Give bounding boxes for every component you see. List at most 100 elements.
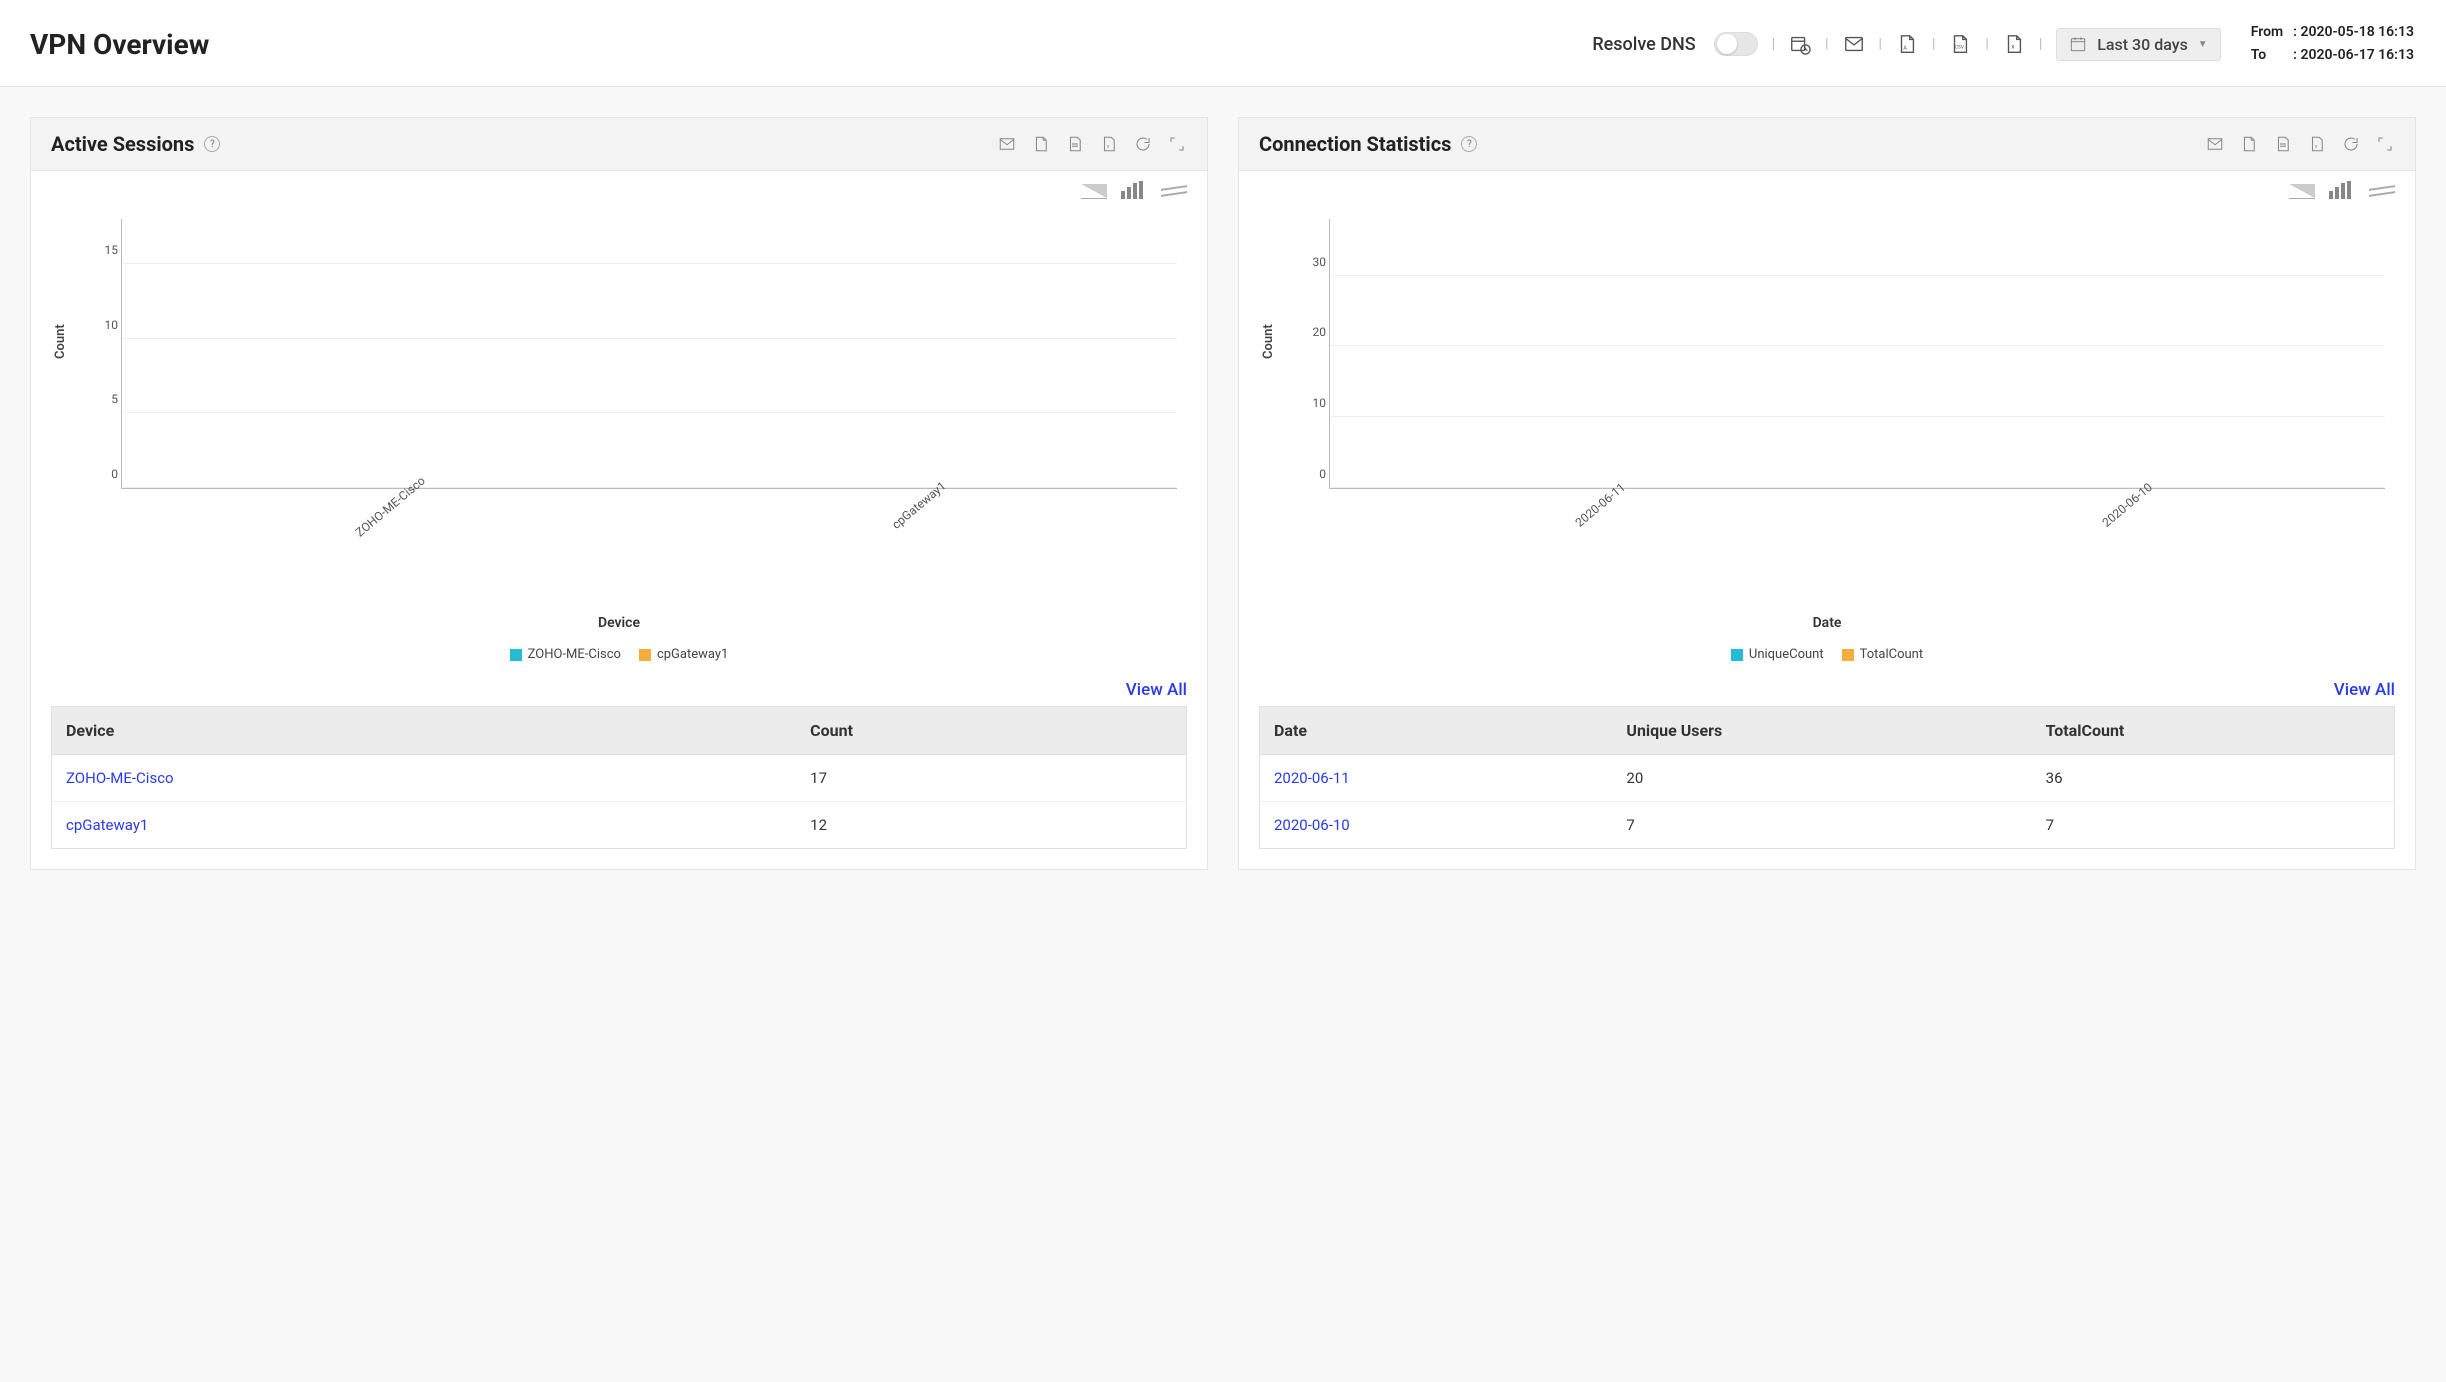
table-cell: 12 bbox=[796, 802, 1186, 849]
chart-type-area[interactable] bbox=[1081, 181, 1107, 199]
help-icon[interactable]: ? bbox=[204, 136, 220, 152]
table-cell: 20 bbox=[1612, 755, 2031, 802]
xls-icon[interactable]: x bbox=[2003, 33, 2025, 55]
date-range-label: Last 30 days bbox=[2097, 35, 2188, 54]
legend-item[interactable]: TotalCount bbox=[1842, 647, 1924, 662]
legend-label: ZOHO-ME-Cisco bbox=[528, 647, 621, 662]
legend-swatch bbox=[510, 649, 522, 661]
chart-type-bar[interactable] bbox=[1121, 181, 1147, 199]
chart-type-toggle bbox=[51, 181, 1187, 199]
table-header: Unique Users bbox=[1612, 707, 2031, 755]
legend-item[interactable]: ZOHO-ME-Cisco bbox=[510, 647, 621, 662]
svg-text:x: x bbox=[2011, 43, 2015, 51]
panel-active-sessions: Active Sessions ? x bbox=[30, 117, 1208, 870]
to-label: To bbox=[2251, 45, 2291, 66]
y-axis-label: Count bbox=[53, 324, 68, 359]
mail-icon[interactable] bbox=[2205, 134, 2225, 154]
chart-type-stacked[interactable] bbox=[1161, 181, 1187, 199]
x-tick: cpGateway1 bbox=[889, 479, 948, 532]
table-link-cell[interactable]: cpGateway1 bbox=[52, 802, 797, 849]
y-axis-label: Count bbox=[1261, 324, 1276, 359]
mail-icon[interactable] bbox=[1843, 33, 1865, 55]
expand-icon[interactable] bbox=[1167, 134, 1187, 154]
pdf-icon[interactable] bbox=[2239, 134, 2259, 154]
csv-icon[interactable]: CSV bbox=[1949, 33, 1971, 55]
legend-label: cpGateway1 bbox=[657, 647, 728, 662]
page-header: VPN Overview Resolve DNS | | | A | CSV | bbox=[0, 0, 2446, 87]
y-tick: 0 bbox=[1300, 467, 1326, 481]
chart-legend: ZOHO-ME-Cisco cpGateway1 bbox=[51, 647, 1187, 662]
legend-item[interactable]: cpGateway1 bbox=[639, 647, 728, 662]
calendar-clock-icon[interactable] bbox=[1789, 33, 1811, 55]
resolve-dns-toggle[interactable] bbox=[1714, 32, 1758, 56]
table-cell: 7 bbox=[1612, 802, 2031, 849]
view-all-link[interactable]: View All bbox=[2334, 680, 2395, 700]
x-tick: ZOHO-ME-Cisco bbox=[353, 474, 428, 540]
xls-icon[interactable]: x bbox=[1099, 134, 1119, 154]
panel-header: Active Sessions ? x bbox=[31, 118, 1207, 171]
panel-header: Connection Statistics ? x bbox=[1239, 118, 2415, 171]
y-tick: 5 bbox=[92, 392, 118, 406]
chart-legend: UniqueCount TotalCount bbox=[1259, 647, 2395, 662]
table-link-cell[interactable]: 2020-06-11 bbox=[1260, 755, 1613, 802]
separator: | bbox=[1772, 36, 1775, 52]
table-link-cell[interactable]: ZOHO-ME-Cisco bbox=[52, 755, 797, 802]
separator: | bbox=[1932, 36, 1935, 52]
panel-title: Connection Statistics bbox=[1259, 132, 1451, 156]
from-label: From bbox=[2251, 22, 2291, 43]
xls-icon[interactable]: x bbox=[2307, 134, 2327, 154]
chart-type-stacked[interactable] bbox=[2369, 181, 2395, 199]
separator: | bbox=[1879, 36, 1882, 52]
legend-swatch bbox=[1731, 649, 1743, 661]
pdf-icon[interactable]: A bbox=[1896, 33, 1918, 55]
table-cell: 36 bbox=[2032, 755, 2395, 802]
separator: | bbox=[2039, 36, 2042, 52]
y-tick: 15 bbox=[92, 243, 118, 257]
table-cell: 17 bbox=[796, 755, 1186, 802]
from-value: 2020-05-18 16:13 bbox=[2300, 24, 2414, 40]
date-range-display: From : 2020-05-18 16:13 To : 2020-06-17 … bbox=[2249, 20, 2416, 68]
y-tick: 20 bbox=[1300, 325, 1326, 339]
table-link-cell[interactable]: 2020-06-10 bbox=[1260, 802, 1613, 849]
table-header: TotalCount bbox=[2032, 707, 2395, 755]
csv-icon[interactable] bbox=[2273, 134, 2293, 154]
y-tick: 10 bbox=[92, 318, 118, 332]
chart-type-area[interactable] bbox=[2289, 181, 2315, 199]
mail-icon[interactable] bbox=[997, 134, 1017, 154]
table-row: 2020-06-1077 bbox=[1260, 802, 2395, 849]
svg-text:x: x bbox=[2315, 144, 2318, 150]
separator: | bbox=[1825, 36, 1828, 52]
svg-text:A: A bbox=[1903, 46, 1907, 52]
legend-label: TotalCount bbox=[1860, 647, 1924, 662]
refresh-icon[interactable] bbox=[1133, 134, 1153, 154]
chevron-down-icon: ▼ bbox=[2198, 39, 2208, 50]
table-header: Device bbox=[52, 707, 797, 755]
connection-stats-table: DateUnique UsersTotalCount2020-06-112036… bbox=[1259, 706, 2395, 849]
page-title: VPN Overview bbox=[30, 28, 209, 61]
y-tick: 10 bbox=[1300, 396, 1326, 410]
table-row: cpGateway112 bbox=[52, 802, 1187, 849]
chart-type-bar[interactable] bbox=[2329, 181, 2355, 199]
table-header: Date bbox=[1260, 707, 1613, 755]
table-cell: 7 bbox=[2032, 802, 2395, 849]
table-row: 2020-06-112036 bbox=[1260, 755, 2395, 802]
x-tick: 2020-06-10 bbox=[2100, 480, 2155, 530]
pdf-icon[interactable] bbox=[1031, 134, 1051, 154]
refresh-icon[interactable] bbox=[2341, 134, 2361, 154]
view-all-link[interactable]: View All bbox=[1126, 680, 1187, 700]
panel-connection-stats: Connection Statistics ? x bbox=[1238, 117, 2416, 870]
date-range-picker[interactable]: Last 30 days ▼ bbox=[2056, 28, 2220, 61]
x-axis-label: Date bbox=[1259, 615, 2395, 631]
legend-item[interactable]: UniqueCount bbox=[1731, 647, 1824, 662]
to-value: 2020-06-17 16:13 bbox=[2300, 47, 2414, 63]
active-sessions-chart: Count 051015ZOHO-ME-CiscocpGateway1 bbox=[101, 209, 1177, 549]
active-sessions-table: DeviceCountZOHO-ME-Cisco17cpGateway112 bbox=[51, 706, 1187, 849]
legend-label: UniqueCount bbox=[1749, 647, 1824, 662]
help-icon[interactable]: ? bbox=[1461, 136, 1477, 152]
csv-icon[interactable] bbox=[1065, 134, 1085, 154]
expand-icon[interactable] bbox=[2375, 134, 2395, 154]
x-axis-label: Device bbox=[51, 615, 1187, 631]
table-header: Count bbox=[796, 707, 1186, 755]
legend-swatch bbox=[639, 649, 651, 661]
chart-type-toggle bbox=[1259, 181, 2395, 199]
